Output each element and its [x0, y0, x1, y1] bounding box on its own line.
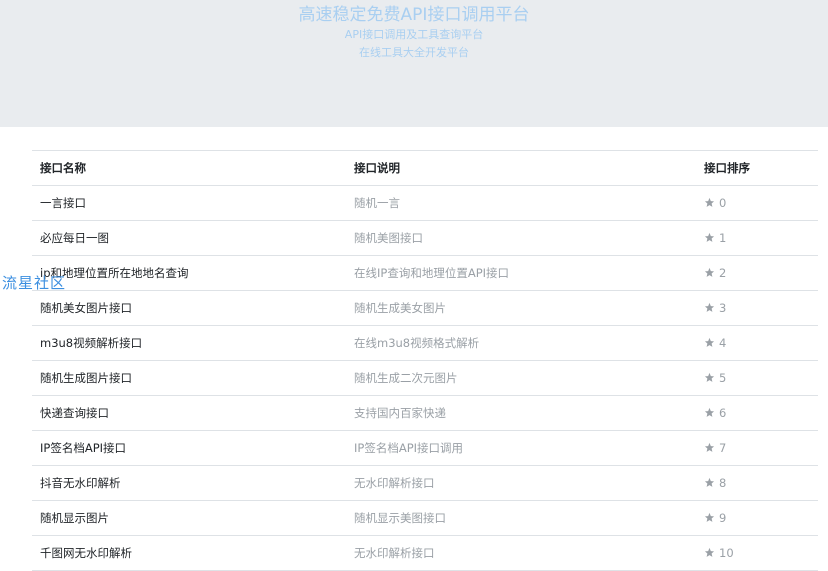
api-description: 随机生成美女图片 [354, 301, 446, 315]
star-icon [704, 302, 715, 313]
table-row[interactable]: IP签名档API接口 IP签名档API接口调用 7 [32, 431, 818, 466]
api-description: 支持国内百家快递 [354, 406, 446, 420]
star-icon [704, 197, 715, 208]
table-row[interactable]: 一言接口 随机一言 0 [32, 186, 818, 221]
api-table: 接口名称 接口说明 接口排序 一言接口 随机一言 0 必应每日一图 随机美图接口 1 ip和… [32, 150, 818, 571]
api-rank: 2 [704, 256, 726, 290]
star-icon [704, 372, 715, 383]
api-name-link[interactable]: 抖音无水印解析 [40, 466, 121, 500]
api-rank: 1 [704, 221, 726, 255]
api-rank: 3 [704, 291, 726, 325]
table-row[interactable]: 快递查询接口 支持国内百家快递 6 [32, 396, 818, 431]
api-rank: 4 [704, 326, 726, 360]
api-rank: 7 [704, 431, 726, 465]
api-name-link[interactable]: IP签名档API接口 [40, 431, 126, 465]
table-row[interactable]: 随机显示图片 随机显示美图接口 9 [32, 501, 818, 536]
star-icon [704, 407, 715, 418]
column-header-desc: 接口说明 [354, 161, 400, 175]
site-title: 高速稳定免费API接口调用平台 [298, 5, 530, 25]
column-header-rank: 接口排序 [704, 161, 750, 175]
star-icon [704, 477, 715, 488]
rank-value: 5 [719, 371, 727, 385]
rank-value: 9 [719, 511, 727, 525]
table-row[interactable]: 随机美女图片接口 随机生成美女图片 3 [32, 291, 818, 326]
rank-value: 6 [719, 406, 727, 420]
api-rank: 8 [704, 466, 726, 500]
star-icon [704, 232, 715, 243]
api-description: 随机生成二次元图片 [354, 371, 458, 385]
table-row[interactable]: 随机生成图片接口 随机生成二次元图片 5 [32, 361, 818, 396]
api-name-link[interactable]: 随机显示图片 [40, 501, 109, 535]
star-icon [704, 512, 715, 523]
column-header-name: 接口名称 [40, 161, 86, 175]
api-description: 无水印解析接口 [354, 546, 435, 560]
api-description: 在线IP查询和地理位置API接口 [354, 266, 510, 280]
api-name-link[interactable]: 一言接口 [40, 186, 86, 220]
site-subtitle-secondary: 在线工具大全开发平台 [359, 46, 469, 59]
table-header-row: 接口名称 接口说明 接口排序 [32, 151, 818, 186]
api-description: 在线m3u8视频格式解析 [354, 336, 480, 350]
table-row[interactable]: ip和地理位置所在地地名查询 在线IP查询和地理位置API接口 2 [32, 256, 818, 291]
api-rank: 10 [704, 536, 734, 570]
rank-value: 3 [719, 301, 727, 315]
api-rank: 0 [704, 186, 726, 220]
rank-value: 4 [719, 336, 727, 350]
rank-value: 1 [719, 231, 727, 245]
table-row[interactable]: 抖音无水印解析 无水印解析接口 8 [32, 466, 818, 501]
api-name-link[interactable]: m3u8视频解析接口 [40, 326, 142, 360]
rank-value: 8 [719, 476, 727, 490]
hero-banner: 高速稳定免费API接口调用平台 API接口调用及工具查询平台 在线工具大全开发平… [0, 0, 828, 127]
community-watermark: 流星社区 [2, 274, 67, 292]
star-icon [704, 547, 715, 558]
api-rank: 9 [704, 501, 726, 535]
api-description: 无水印解析接口 [354, 476, 435, 490]
table-row[interactable]: 必应每日一图 随机美图接口 1 [32, 221, 818, 256]
api-name-link[interactable]: 快递查询接口 [40, 396, 109, 430]
api-description: 随机一言 [354, 196, 400, 210]
api-name-link[interactable]: 随机生成图片接口 [40, 361, 132, 395]
rank-value: 2 [719, 266, 727, 280]
table-row[interactable]: m3u8视频解析接口 在线m3u8视频格式解析 4 [32, 326, 818, 361]
api-name-link[interactable]: 随机美女图片接口 [40, 291, 132, 325]
rank-value: 0 [719, 196, 727, 210]
api-description: 随机美图接口 [354, 231, 423, 245]
api-description: 随机显示美图接口 [354, 511, 446, 525]
star-icon [704, 337, 715, 348]
rank-value: 7 [719, 441, 727, 455]
api-rank: 5 [704, 361, 726, 395]
star-icon [704, 267, 715, 278]
rank-value: 10 [719, 546, 734, 560]
api-name-link[interactable]: 千图网无水印解析 [40, 536, 132, 570]
api-description: IP签名档API接口调用 [354, 441, 464, 455]
star-icon [704, 442, 715, 453]
api-name-link[interactable]: 必应每日一图 [40, 221, 109, 255]
api-rank: 6 [704, 396, 726, 430]
site-subtitle: API接口调用及工具查询平台 [344, 28, 484, 41]
